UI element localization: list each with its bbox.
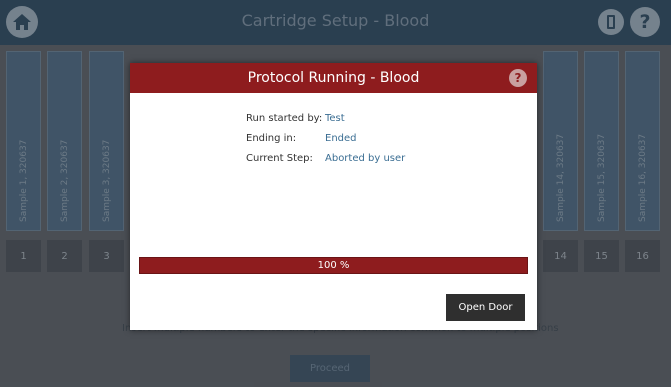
protocol-running-dialog: Protocol Running - Blood ? Run started b…	[130, 63, 537, 330]
position-number[interactable]: 3	[89, 240, 124, 272]
position-number[interactable]: 1	[6, 240, 41, 272]
sample-column-16[interactable]: Sample 16, 320637	[625, 51, 660, 231]
dialog-title: Protocol Running - Blood	[247, 70, 420, 86]
ending-row: Ending in: Ended	[246, 133, 405, 153]
sample-column-label: Sample 16, 320637	[637, 133, 648, 222]
top-bar: Cartridge Setup - Blood ?	[0, 0, 671, 45]
run-started-row: Run started by: Test	[246, 113, 405, 133]
help-icon[interactable]: ?	[630, 7, 660, 37]
run-started-label: Run started by:	[246, 113, 323, 124]
position-number[interactable]: 14	[543, 240, 578, 272]
open-door-button[interactable]: Open Door	[446, 294, 525, 321]
dialog-header: Protocol Running - Blood ?	[130, 63, 537, 93]
position-number[interactable]: 16	[625, 240, 660, 272]
sample-column-1[interactable]: Sample 1, 320637	[6, 51, 41, 231]
sample-column-label: Sample 2, 320637	[59, 139, 70, 222]
sample-column-label: Sample 3, 320637	[101, 139, 112, 222]
progress-bar: 100 %	[139, 257, 528, 274]
sample-column-3[interactable]: Sample 3, 320637	[89, 51, 124, 231]
dialog-help-icon[interactable]: ?	[509, 69, 527, 87]
position-number[interactable]: 15	[584, 240, 619, 272]
sample-column-label: Sample 1, 320637	[18, 139, 29, 222]
sample-column-label: Sample 14, 320637	[555, 133, 566, 222]
current-step-label: Current Step:	[246, 153, 313, 164]
run-started-value: Test	[325, 113, 345, 124]
ending-label: Ending in:	[246, 133, 297, 144]
sample-column-15[interactable]: Sample 15, 320637	[584, 51, 619, 231]
progress-text: 100 %	[317, 260, 350, 271]
sample-column-2[interactable]: Sample 2, 320637	[47, 51, 82, 231]
sample-column-14[interactable]: Sample 14, 320637	[543, 51, 578, 231]
current-step-value: Aborted by user	[325, 153, 406, 164]
sample-column-label: Sample 15, 320637	[596, 133, 607, 222]
door-icon[interactable]	[598, 9, 624, 35]
app-title: Cartridge Setup - Blood	[241, 11, 430, 30]
proceed-button[interactable]: Proceed	[290, 355, 370, 382]
current-step-row: Current Step: Aborted by user	[246, 153, 405, 173]
position-number[interactable]: 2	[47, 240, 82, 272]
ending-value: Ended	[325, 133, 357, 144]
run-info: Run started by: Test Ending in: Ended Cu…	[246, 113, 405, 173]
